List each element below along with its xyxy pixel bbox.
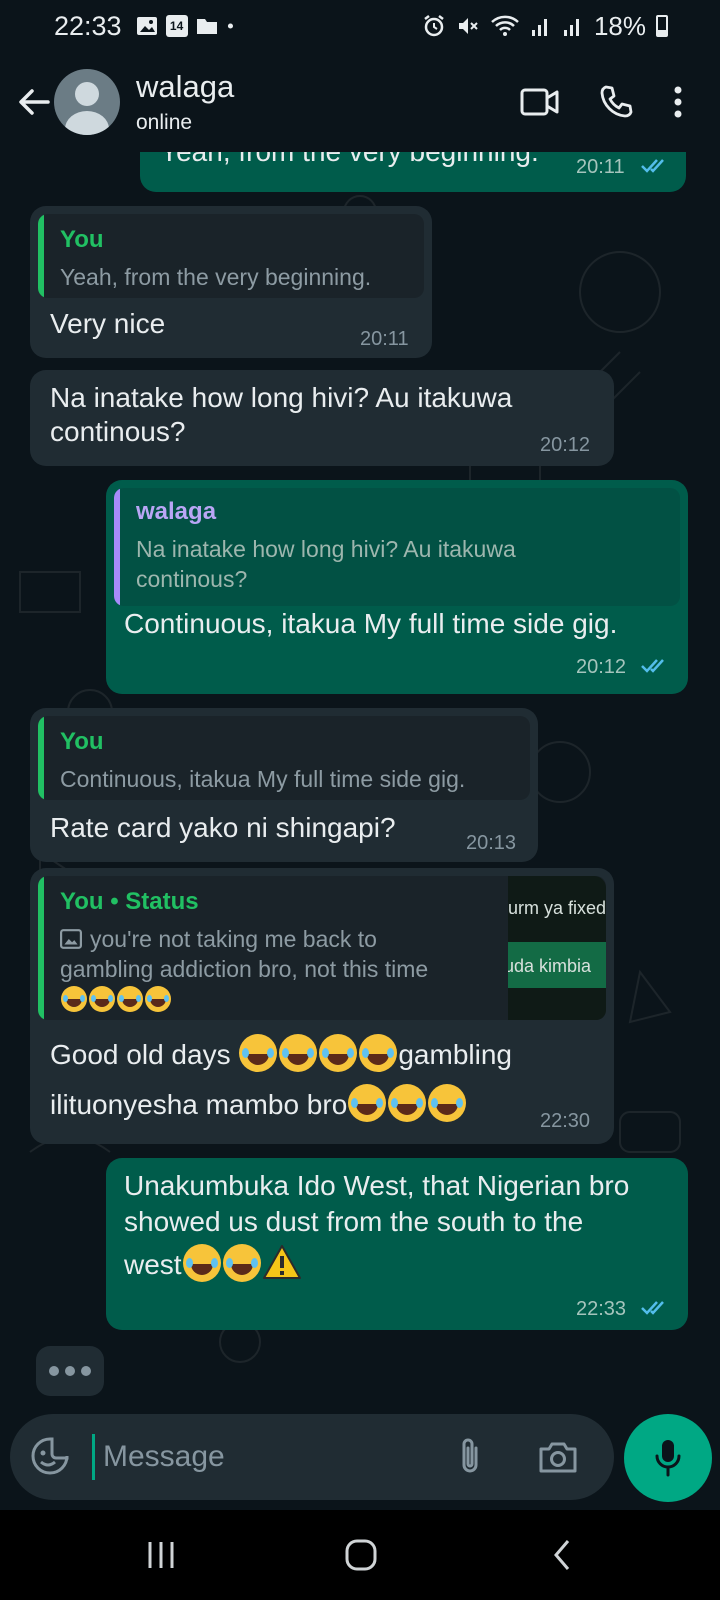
signal-icon: [563, 19, 579, 36]
laughing-emoji-icon: [182, 1244, 221, 1282]
attach-icon[interactable]: [458, 1436, 482, 1476]
message-text-line: Good old days gambling: [50, 1034, 512, 1072]
quote-text-line: Na inatake how long hivi? Au itakuwa: [136, 536, 516, 562]
message-text: Rate card yako ni shingapi?: [50, 812, 396, 843]
back-icon[interactable]: [552, 1538, 572, 1572]
mic-icon: [655, 1440, 681, 1477]
laughing-emoji-icon: [359, 1034, 398, 1072]
calendar-icon: 14: [165, 15, 188, 37]
contact-name: walaga: [136, 69, 235, 104]
contact-status: online: [136, 111, 193, 134]
typing-indicator: [36, 1346, 104, 1396]
message-time: 20:12: [540, 434, 591, 456]
message-outgoing[interactable]: Unakumbuka Ido West, that Nigerian bro s…: [106, 1158, 688, 1330]
wifi-icon: [491, 15, 519, 36]
gallery-icon: [136, 17, 157, 35]
alarm-icon: [424, 15, 444, 37]
message-text-line: Unakumbuka Ido West, that Nigerian bro: [124, 1170, 630, 1201]
message-input[interactable]: Message: [92, 1434, 432, 1480]
message-time: 20:11: [360, 328, 409, 350]
message-time: 22:33: [576, 1298, 627, 1320]
folder-icon: [196, 19, 217, 34]
emoji-sticker-icon[interactable]: [30, 1436, 70, 1476]
laughing-emoji-icon: [388, 1084, 427, 1122]
dot-icon: [227, 23, 233, 29]
read-ticks-icon: [641, 659, 664, 673]
mic-button[interactable]: [624, 1414, 712, 1502]
message-text-line: ilituonyesha mambo bro: [50, 1084, 467, 1122]
back-arrow-icon[interactable]: [14, 82, 54, 122]
home-icon[interactable]: [344, 1538, 378, 1572]
message-text-line: west: [124, 1244, 302, 1282]
read-ticks-icon: [641, 159, 664, 173]
quote-emojis: [60, 986, 172, 1012]
message-time: 20:11: [576, 156, 625, 178]
quote-author: You: [60, 226, 104, 253]
laughing-emoji-icon: [319, 1034, 358, 1072]
mute-icon: [458, 18, 478, 34]
message-incoming[interactable]: You Continuous, itakua My full time side…: [30, 708, 538, 862]
status-thumbnail: urm ya fixed uda kimbia: [508, 876, 606, 1020]
laughing-emoji-icon: [145, 986, 171, 1012]
recents-icon[interactable]: [146, 1540, 176, 1570]
battery-icon: [656, 15, 668, 37]
read-ticks-icon: [641, 1301, 664, 1315]
laughing-emoji-icon: [89, 986, 115, 1012]
quote-author: walaga: [136, 498, 217, 525]
message-time: 22:30: [540, 1110, 591, 1132]
quoted-message[interactable]: walaga Na inatake how long hivi? Au itak…: [114, 488, 680, 606]
laughing-emoji-icon: [279, 1034, 318, 1072]
message-incoming[interactable]: You • Status you're not taking me back t…: [30, 868, 614, 1144]
quote-author: You • Status: [60, 888, 199, 915]
quoted-message[interactable]: You Yeah, from the very beginning.: [38, 214, 424, 298]
status-time: 22:33: [54, 10, 122, 41]
warning-icon: [262, 1245, 301, 1279]
status-bar: 22:33 14 18%: [0, 0, 720, 52]
chat-header: walaga online: [0, 52, 720, 152]
laughing-emoji-icon: [239, 1034, 278, 1072]
quote-text-line: gambling addiction bro, not this time: [60, 956, 429, 982]
message-time: 20:13: [466, 832, 517, 854]
signal-icon: [531, 19, 547, 36]
message-composer: Message: [10, 1414, 614, 1500]
image-icon: [60, 929, 82, 949]
system-nav-bar: [0, 1510, 720, 1600]
avatar[interactable]: [54, 69, 120, 135]
laughing-emoji-icon: [428, 1084, 467, 1122]
video-call-icon[interactable]: [520, 85, 560, 119]
message-outgoing[interactable]: Yeah, from the very beginning. 20:11: [140, 152, 686, 192]
message-text-line: Na inatake how long hivi? Au itakuwa: [50, 382, 513, 413]
quote-text-line: you're not taking me back to: [90, 926, 377, 952]
laughing-emoji-icon: [222, 1244, 261, 1282]
message-text: Continuous, itakua My full time side gig…: [124, 608, 618, 639]
quoted-status[interactable]: You • Status you're not taking me back t…: [38, 876, 606, 1020]
laughing-emoji-icon: [61, 986, 87, 1012]
message-text: Very nice: [50, 308, 166, 339]
phone-icon[interactable]: [598, 84, 634, 120]
message-incoming[interactable]: You Yeah, from the very beginning. Very …: [30, 206, 432, 358]
battery-percent: 18%: [593, 10, 646, 41]
quote-text: Continuous, itakua My full time side gig…: [60, 766, 466, 792]
message-outgoing[interactable]: walaga Na inatake how long hivi? Au itak…: [106, 480, 688, 694]
contact-info[interactable]: walaga online: [136, 69, 234, 135]
message-time: 20:12: [576, 656, 627, 678]
camera-icon[interactable]: [538, 1440, 578, 1474]
more-vert-icon[interactable]: [672, 84, 684, 120]
quoted-message[interactable]: You Continuous, itakua My full time side…: [38, 716, 530, 800]
laughing-emoji-icon: [348, 1084, 387, 1122]
quote-text: Yeah, from the very beginning.: [60, 264, 372, 290]
thumbnail-text: urm ya fixed: [508, 898, 606, 918]
message-text: Yeah, from the very beginning.: [160, 152, 539, 169]
chat-area[interactable]: Yeah, from the very beginning. 20:11 You…: [0, 152, 720, 1408]
message-incoming[interactable]: Na inatake how long hivi? Au itakuwa con…: [30, 370, 614, 466]
message-text-line: showed us dust from the south to the: [124, 1206, 584, 1237]
thumbnail-text: uda kimbia: [508, 956, 592, 976]
laughing-emoji-icon: [117, 986, 143, 1012]
quote-text-line: continous?: [136, 566, 248, 592]
quote-author: You: [60, 728, 104, 755]
message-text-line: continous?: [50, 416, 186, 447]
